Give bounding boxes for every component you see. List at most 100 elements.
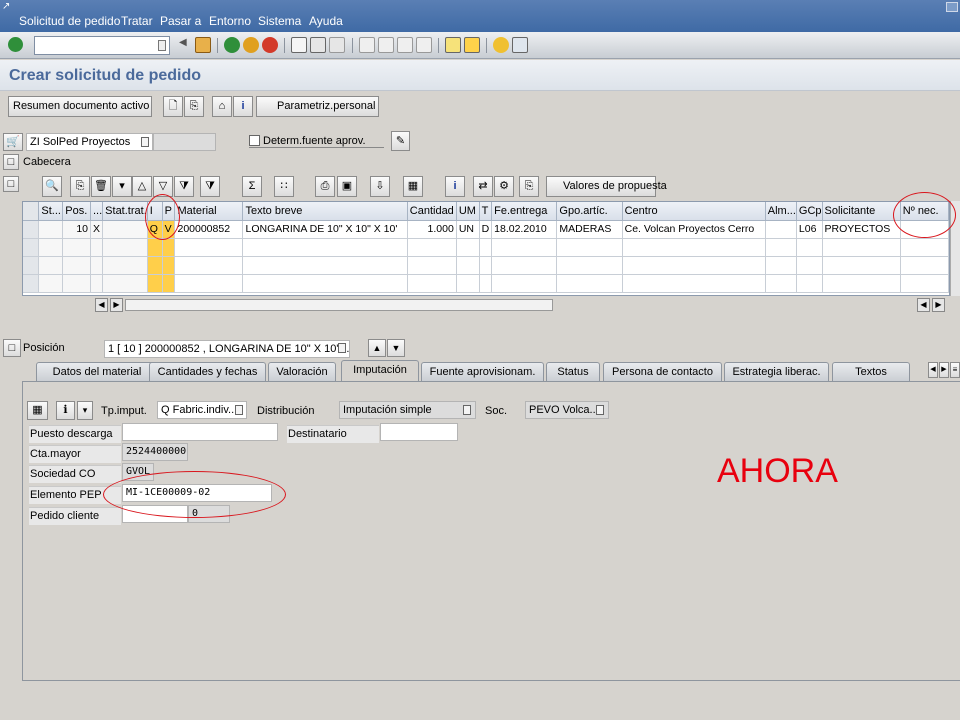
filter-icon[interactable]: ⧩	[174, 176, 194, 197]
column-header[interactable]: ...	[90, 202, 104, 221]
cell-item-category[interactable]: V	[162, 220, 176, 239]
empty-cell[interactable]	[491, 238, 558, 257]
column-header[interactable]: Material	[174, 202, 244, 221]
document-icon[interactable]: ⇄	[473, 176, 493, 197]
row-selector[interactable]	[23, 220, 40, 239]
menu-ayuda[interactable]: Ayuda	[309, 14, 343, 28]
menu-solicitud[interactable]: Solicitud de pedido	[19, 14, 120, 28]
new-document-icon[interactable]: 🗋	[163, 96, 183, 117]
empty-cell[interactable]	[407, 238, 457, 257]
expand-items-icon[interactable]: □	[3, 176, 19, 192]
grid-vertical-scrollbar[interactable]	[950, 201, 960, 296]
print-icon[interactable]	[291, 37, 307, 53]
row-selector[interactable]	[23, 238, 40, 257]
cell-material-group[interactable]: MADERAS	[556, 220, 623, 239]
empty-cell[interactable]	[147, 256, 163, 275]
empty-cell[interactable]	[556, 238, 623, 257]
empty-cell[interactable]	[174, 274, 244, 293]
scroll-thumb[interactable]	[125, 299, 553, 311]
cell-quantity[interactable]: 1.000	[407, 220, 457, 239]
tab-source-of-supply[interactable]: Fuente aprovisionam.	[421, 362, 544, 382]
next-item-icon[interactable]: ▼	[387, 339, 405, 357]
empty-cell[interactable]	[147, 274, 163, 293]
scroll-page-right-icon[interactable]: ▶	[932, 298, 945, 312]
scroll-right-icon[interactable]: ▶	[110, 298, 123, 312]
table-row[interactable]	[23, 274, 949, 293]
empty-cell[interactable]	[900, 238, 949, 257]
grid-info-icon[interactable]: i	[445, 176, 465, 197]
cart-icon[interactable]: 🛒	[3, 133, 23, 151]
multiple-assignment-icon[interactable]: ▦	[27, 401, 48, 420]
previous-item-icon[interactable]: ▲	[368, 339, 386, 357]
column-header[interactable]: Solicitante	[822, 202, 901, 221]
export-icon[interactable]: ⇩	[370, 176, 390, 197]
empty-cell[interactable]	[162, 274, 176, 293]
empty-cell[interactable]	[796, 238, 823, 257]
sort-desc-icon[interactable]: ▽	[153, 176, 173, 197]
empty-cell[interactable]	[407, 256, 457, 275]
next-page-icon[interactable]	[397, 37, 413, 53]
cell-date-type[interactable]: D	[479, 220, 493, 239]
select-all-cell[interactable]	[23, 202, 40, 221]
print-preview-icon[interactable]: ⎙	[315, 176, 335, 197]
empty-cell[interactable]	[491, 274, 558, 293]
column-header[interactable]: Alm...	[765, 202, 797, 221]
empty-cell[interactable]	[174, 238, 244, 257]
sales-order-input[interactable]	[122, 505, 188, 523]
empty-cell[interactable]	[622, 256, 766, 275]
column-header[interactable]: St...	[38, 202, 64, 221]
summary-button[interactable]: Resumen documento activo	[8, 96, 152, 117]
wbs-element-input[interactable]: MI-1CE00009-02	[122, 484, 272, 502]
hold-icon[interactable]: ⌂	[212, 96, 232, 117]
empty-cell[interactable]	[556, 274, 623, 293]
recipient-input[interactable]	[380, 423, 458, 441]
account-category-dropdown-icon[interactable]	[235, 405, 243, 415]
empty-cell[interactable]	[765, 238, 797, 257]
column-header[interactable]: I	[147, 202, 163, 221]
scroll-left-icon[interactable]: ◀	[95, 298, 108, 312]
dropdown-icon[interactable]	[141, 137, 149, 147]
shortcut-icon[interactable]	[464, 37, 480, 53]
cell-requester[interactable]: PROYECTOS	[822, 220, 901, 239]
cell-storage[interactable]	[765, 220, 797, 239]
last-page-icon[interactable]	[416, 37, 432, 53]
other-document-icon[interactable]: ⎘	[184, 96, 204, 117]
source-determination-checkbox[interactable]: Determ.fuente aprov.	[249, 135, 384, 148]
document-type-select[interactable]: ZI SolPed Proyectos	[26, 133, 153, 151]
table-row[interactable]	[23, 238, 949, 257]
tab-release-strategy[interactable]: Estrategia liberac.	[724, 362, 829, 382]
table-row[interactable]	[23, 256, 949, 275]
scroll-page-left-icon[interactable]: ◀	[917, 298, 930, 312]
clipboard-icon[interactable]: ⎘	[519, 176, 539, 197]
column-header[interactable]: Stat.trat.	[102, 202, 148, 221]
new-session-icon[interactable]	[445, 37, 461, 53]
tab-quantities-dates[interactable]: Cantidades y fechas	[149, 362, 266, 382]
column-header[interactable]: Gpo.artíc.	[556, 202, 623, 221]
collapse-item-icon[interactable]: □	[3, 339, 21, 357]
empty-cell[interactable]	[479, 274, 493, 293]
menu-entorno[interactable]: Entorno	[209, 14, 251, 28]
back-icon[interactable]	[224, 37, 240, 53]
info-icon[interactable]: i	[233, 96, 253, 117]
empty-cell[interactable]	[491, 256, 558, 275]
account-category-select[interactable]: Q Fabric.indiv....	[157, 401, 247, 419]
column-header[interactable]: UM	[456, 202, 480, 221]
collapse-arrow-icon[interactable]: ◀	[179, 37, 187, 53]
subtotal-icon[interactable]: ∷	[274, 176, 294, 197]
check-document-icon[interactable]: ✎	[391, 131, 410, 151]
command-field[interactable]	[34, 36, 170, 55]
tab-contact-person[interactable]: Persona de contacto	[603, 362, 722, 382]
sum-icon[interactable]: Σ	[242, 176, 262, 197]
find-icon[interactable]	[310, 37, 326, 53]
tab-scroll-left-icon[interactable]: ◀	[928, 362, 938, 378]
tab-valuation[interactable]: Valoración	[268, 362, 336, 382]
tab-scroll-right-icon[interactable]: ▶	[939, 362, 949, 378]
layout-icon[interactable]: ▦	[403, 176, 423, 197]
empty-cell[interactable]	[174, 256, 244, 275]
cell-delivery-date[interactable]: 18.02.2010	[491, 220, 558, 239]
previous-page-icon[interactable]	[378, 37, 394, 53]
tab-list-icon[interactable]: ≡	[950, 362, 960, 378]
column-header[interactable]: T	[479, 202, 493, 221]
empty-cell[interactable]	[162, 256, 176, 275]
system-menu-icon[interactable]: ↗	[2, 1, 14, 12]
